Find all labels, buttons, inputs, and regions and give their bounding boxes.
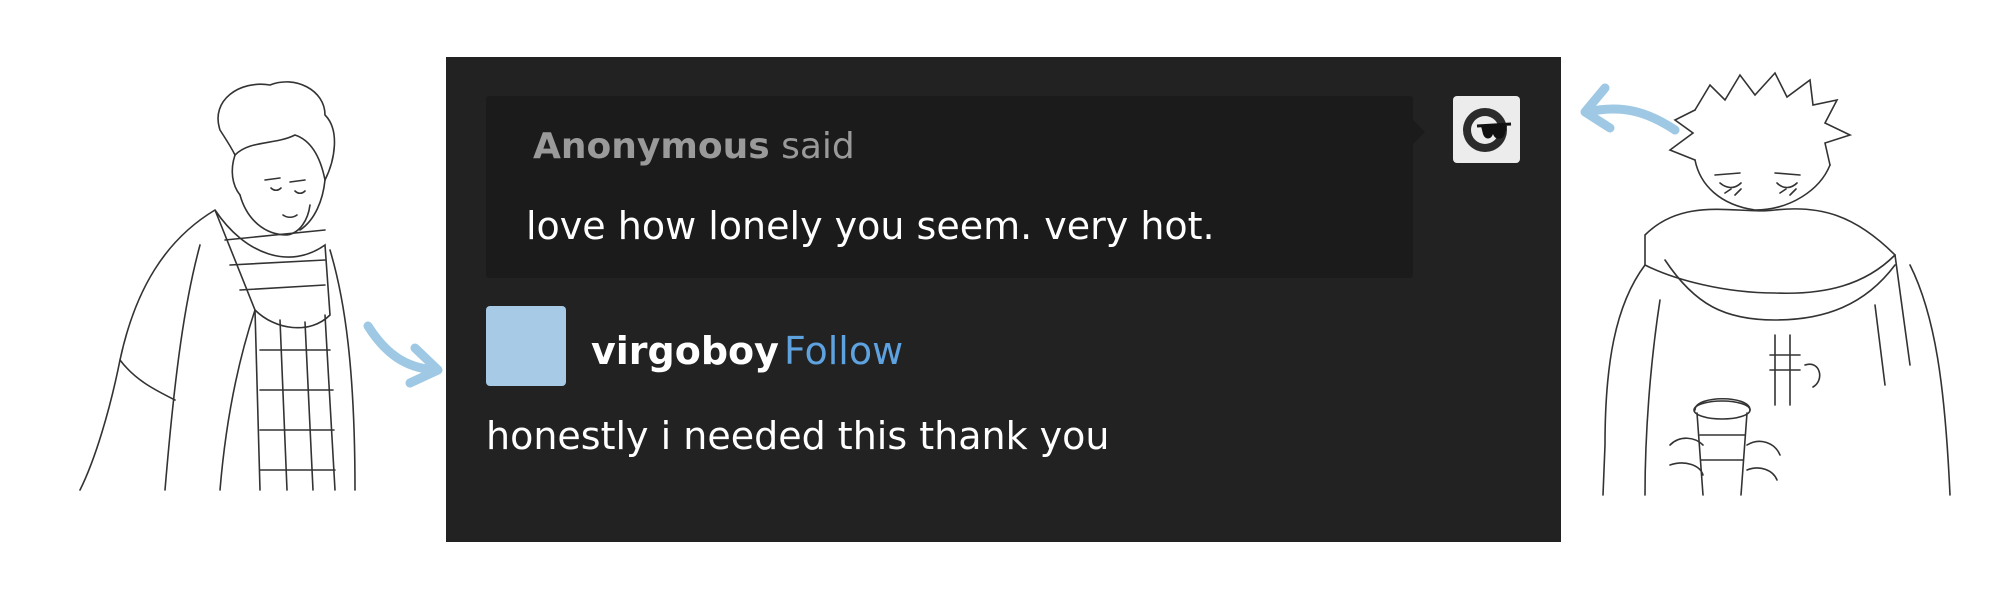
sketch-illustration-right [1575, 65, 1975, 505]
anonymous-avatar [1453, 96, 1520, 163]
sketch-illustration-left [25, 70, 385, 495]
asker-line: Anonymous said [533, 126, 855, 167]
said-label: said [781, 126, 855, 167]
answerer-username[interactable]: virgoboy [591, 329, 779, 373]
answerer-avatar[interactable] [486, 306, 566, 386]
answer-text: honestly i needed this thank you [486, 414, 1110, 458]
ask-question: love how lonely you seem. very hot. [526, 204, 1215, 248]
ask-bubble: Anonymous said love how lonely you seem.… [486, 96, 1425, 278]
asker-name: Anonymous [533, 126, 770, 167]
sunglasses-anonymous-icon [1463, 108, 1512, 152]
follow-button[interactable]: Follow [784, 329, 903, 373]
post-panel: Anonymous said love how lonely you seem.… [446, 57, 1561, 542]
arrow-left-icon [360, 318, 450, 397]
